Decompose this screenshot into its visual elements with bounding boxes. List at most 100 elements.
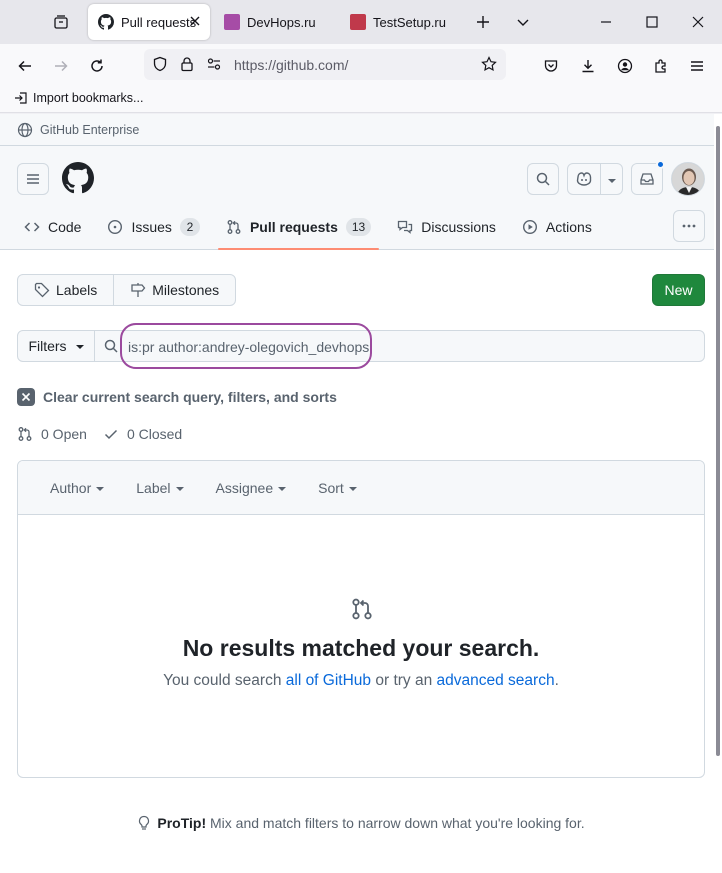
browser-tab-devhops[interactable]: DevHops.ru: [222, 4, 340, 40]
search-icon: [536, 172, 550, 186]
browser-tab-testsetup[interactable]: TestSetup.ru: [348, 4, 466, 40]
filters-label: Filters: [28, 338, 67, 354]
chevron-down-icon: [175, 486, 184, 491]
import-icon: [14, 91, 28, 105]
pocket-icon[interactable]: [537, 52, 565, 80]
tab-list-icon[interactable]: [46, 8, 76, 36]
protip-label: ProTip!: [157, 815, 207, 831]
browser-tab-pull-requests[interactable]: Pull requests: [88, 4, 210, 40]
browser-tabstrip: Pull requests DevHops.ru TestSetup.ru: [0, 0, 722, 44]
desc-suffix: .: [554, 672, 559, 689]
tab-actions[interactable]: Actions: [514, 212, 600, 242]
maximize-icon[interactable]: [640, 10, 664, 34]
bookmarks-toolbar: Import bookmarks...: [0, 86, 722, 113]
closed-state-link[interactable]: 0 Closed: [103, 426, 182, 442]
issues-counter: 2: [179, 218, 200, 236]
globe-icon: [17, 122, 33, 138]
author-filter-dropdown[interactable]: Author: [34, 480, 120, 496]
reload-icon[interactable]: [83, 52, 111, 80]
import-bookmarks-link[interactable]: Import bookmarks...: [14, 91, 143, 105]
permissions-icon[interactable]: [206, 56, 222, 72]
avatar[interactable]: [671, 162, 705, 196]
more-options-button[interactable]: [673, 210, 705, 242]
minimize-icon[interactable]: [594, 10, 618, 34]
milestone-icon: [131, 283, 146, 297]
testsetup-favicon-icon: [350, 14, 366, 30]
copilot-button[interactable]: [567, 163, 623, 195]
close-tab-icon[interactable]: [188, 14, 202, 28]
light-bulb-icon: [137, 815, 151, 831]
page-scrollbar[interactable]: [716, 126, 720, 756]
clear-filters-link[interactable]: Clear current search query, filters, and…: [17, 388, 337, 406]
protip-text: Mix and match filters to narrow down wha…: [206, 815, 585, 831]
tab-pull-requests-label: Pull requests: [249, 219, 338, 235]
hamburger-icon: [27, 174, 39, 184]
clear-filters-label: Clear current search query, filters, and…: [43, 389, 337, 405]
forward-arrow-icon[interactable]: [47, 52, 75, 80]
kebab-horizontal-icon: [682, 224, 696, 228]
url-text: https://github.com/: [234, 57, 349, 73]
list-header: Author Label Assignee Sort: [18, 461, 704, 515]
blankslate-title: No results matched your search.: [182, 635, 540, 661]
new-pull-request-button[interactable]: New: [652, 274, 705, 306]
copilot-icon: [568, 171, 600, 187]
label-filter-label: Label: [136, 479, 171, 496]
global-nav-menu-button[interactable]: [17, 163, 49, 195]
assignee-filter-dropdown[interactable]: Assignee: [200, 480, 303, 496]
open-count-label: 0 Open: [41, 426, 87, 442]
back-arrow-icon[interactable]: [11, 52, 39, 80]
import-bookmarks-label: Import bookmarks...: [33, 91, 144, 105]
tab-actions-label: Actions: [545, 219, 592, 235]
inbox-icon: [640, 173, 654, 185]
sort-dropdown[interactable]: Sort: [302, 480, 373, 496]
pull-request-list: Author Label Assignee Sort No results ma…: [17, 460, 705, 778]
desc-prefix: You could search: [163, 672, 286, 689]
close-window-icon[interactable]: [686, 10, 710, 34]
search-icon: [103, 338, 119, 354]
extensions-puzzle-icon[interactable]: [647, 52, 675, 80]
play-icon: [522, 219, 537, 235]
inbox-button[interactable]: [631, 160, 665, 195]
enterprise-bar[interactable]: GitHub Enterprise: [0, 114, 714, 146]
copilot-chevron-down-icon[interactable]: [608, 179, 616, 183]
milestones-label: Milestones: [152, 282, 220, 298]
all-of-github-link[interactable]: all of GitHub: [286, 672, 371, 689]
git-pull-request-icon: [227, 220, 241, 234]
github-logo-icon[interactable]: [62, 162, 94, 194]
chevron-down-icon: [96, 486, 105, 491]
filters-button[interactable]: Filters: [18, 331, 95, 361]
list-all-tabs-chevron-down-icon[interactable]: [511, 10, 535, 34]
search-button[interactable]: [527, 163, 559, 195]
bookmark-star-icon[interactable]: [481, 56, 497, 72]
menu-hamburger-icon[interactable]: [683, 52, 711, 80]
downloads-icon[interactable]: [574, 52, 602, 80]
account-icon[interactable]: [611, 52, 639, 80]
open-state-link[interactable]: 0 Open: [17, 426, 87, 442]
tab-code-label: Code: [48, 219, 82, 235]
code-icon: [24, 222, 40, 232]
chevron-down-icon: [348, 486, 357, 491]
tab-code[interactable]: Code: [16, 212, 89, 242]
milestones-button[interactable]: Milestones: [113, 275, 235, 305]
tab-issues[interactable]: Issues 2: [99, 212, 207, 242]
git-pull-request-icon: [350, 597, 374, 621]
tab-title: DevHops.ru: [247, 14, 316, 30]
blankslate: No results matched your search. You coul…: [18, 515, 704, 777]
github-header: Code Issues 2 Pull requests 13 Discussio…: [0, 146, 714, 250]
desc-middle: or try an: [371, 672, 437, 689]
address-bar[interactable]: https://github.com/: [144, 49, 506, 80]
advanced-search-link[interactable]: advanced search: [437, 672, 555, 689]
tracking-shield-icon[interactable]: [152, 56, 168, 72]
tab-title: Pull requests: [121, 14, 197, 30]
lock-icon[interactable]: [179, 56, 195, 72]
label-filter-dropdown[interactable]: Label: [120, 480, 199, 496]
tab-title: TestSetup.ru: [373, 14, 446, 30]
labels-button[interactable]: Labels: [18, 275, 113, 305]
new-tab-plus-icon[interactable]: [471, 10, 495, 34]
assignee-filter-label: Assignee: [215, 479, 274, 496]
closed-count-label: 0 Closed: [126, 426, 183, 442]
filters-chevron-down-icon: [75, 345, 84, 349]
tab-pull-requests[interactable]: Pull requests 13: [217, 212, 380, 250]
repo-nav: Code Issues 2 Pull requests 13 Discussio…: [16, 212, 610, 250]
tab-discussions[interactable]: Discussions: [389, 212, 504, 242]
